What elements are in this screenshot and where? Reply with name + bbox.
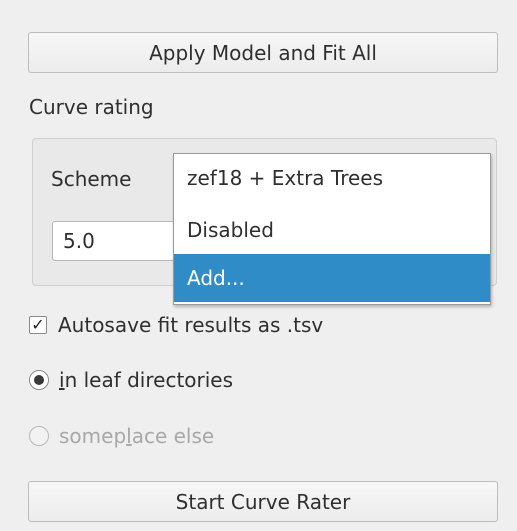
someplace-else-option[interactable]: someplace else [29, 424, 214, 448]
start-curve-rater-label: Start Curve Rater [175, 489, 351, 514]
start-curve-rater-button[interactable]: Start Curve Rater [28, 481, 498, 522]
scheme-option-add[interactable]: Add... [174, 254, 490, 302]
in-leaf-directories-option[interactable]: in leaf directories [29, 368, 233, 392]
checkmark-icon: ✓ [31, 315, 45, 334]
scheme-option-label: Add... [187, 266, 245, 290]
scheme-option-disabled[interactable]: Disabled [174, 206, 490, 254]
in-leaf-directories-radio[interactable] [29, 370, 49, 390]
in-leaf-directories-label: in leaf directories [59, 368, 234, 392]
radio-selected-dot-icon [34, 375, 44, 385]
autosave-row[interactable]: ✓ Autosave fit results as .tsv [29, 313, 323, 337]
scheme-label: Scheme [51, 167, 132, 191]
apply-model-fit-all-button[interactable]: Apply Model and Fit All [28, 32, 498, 73]
apply-model-fit-all-label: Apply Model and Fit All [149, 40, 377, 65]
autosave-checkbox[interactable]: ✓ [29, 316, 47, 334]
scheme-option-label: zef18 + Extra Trees [187, 166, 384, 190]
curve-rating-title: Curve rating [29, 95, 154, 119]
scheme-dropdown-popup: zef18 + Extra Trees Disabled Add... [173, 153, 491, 305]
someplace-else-label: someplace else [59, 424, 215, 448]
someplace-else-radio[interactable] [29, 426, 49, 446]
autosave-label: Autosave fit results as .tsv [58, 313, 324, 337]
scheme-option-zef18-extra-trees[interactable]: zef18 + Extra Trees [174, 154, 490, 202]
scheme-option-label: Disabled [187, 218, 274, 242]
rating-value-text: 5.0 [63, 229, 95, 253]
